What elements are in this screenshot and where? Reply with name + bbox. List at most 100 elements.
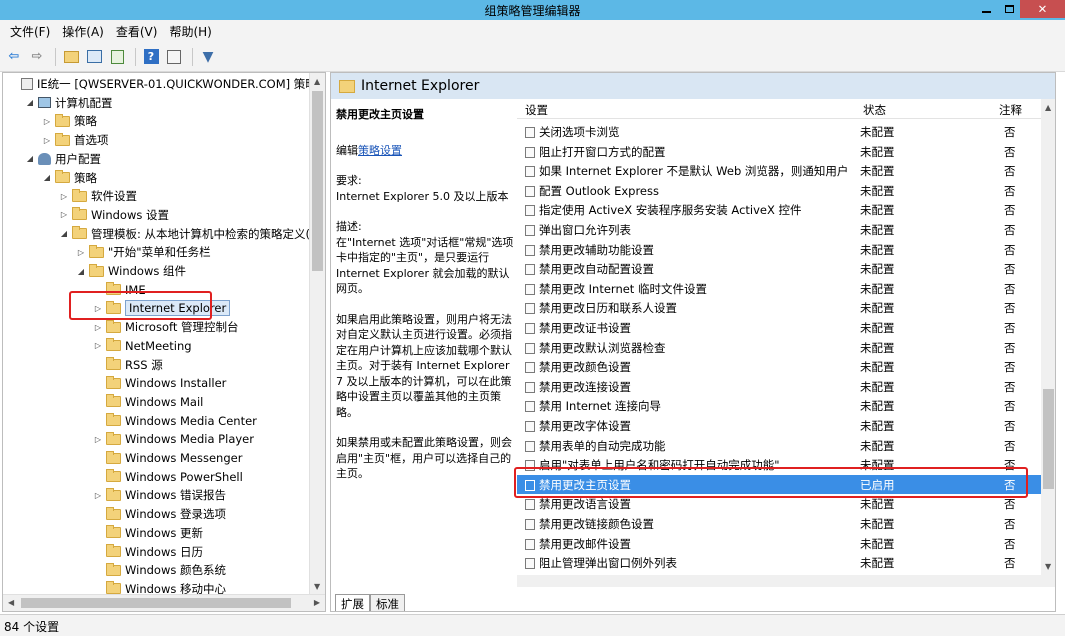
tree-item[interactable]: Windows Media Center — [92, 412, 257, 430]
tree-item[interactable]: ◢ 策略 — [41, 169, 97, 187]
tree-item[interactable]: ▷ NetMeeting — [92, 337, 192, 355]
tree-item-label: Windows 错误报告 — [125, 488, 226, 503]
policy-setting-icon — [525, 283, 535, 295]
expand-arrow-icon[interactable]: ▷ — [92, 341, 104, 350]
table-row[interactable]: 禁用更改辅助功能设置 未配置 否 — [517, 240, 1041, 260]
collapse-arrow-icon[interactable]: ◢ — [24, 98, 36, 107]
table-row[interactable]: 禁用更改日历和联系人设置 未配置 否 — [517, 298, 1041, 318]
tree-item[interactable]: RSS 源 — [92, 356, 163, 374]
tree-horizontal-scrollbar[interactable]: ◀ ▶ — [3, 594, 325, 611]
tree-item[interactable]: ▷ Windows 设置 — [58, 206, 169, 224]
tree-item[interactable]: Windows Mail — [92, 393, 203, 411]
menu-action[interactable]: 操作(A) — [56, 23, 110, 40]
policy-setting-icon — [525, 421, 535, 432]
folder-icon — [106, 431, 121, 445]
tree-item[interactable]: Windows 日历 — [92, 543, 203, 561]
tree-item[interactable]: IE统一 [QWSERVER-01.QUICKWONDER.COM] 策略 — [7, 75, 317, 93]
tree-item[interactable]: Windows Messenger — [92, 449, 242, 467]
menu-view[interactable]: 查看(V) — [110, 23, 164, 40]
scroll-up-icon[interactable]: ▲ — [1045, 103, 1051, 112]
tree-item[interactable]: Windows PowerShell — [92, 468, 243, 486]
tree-item[interactable]: ◢ 用户配置 — [24, 150, 101, 168]
table-row[interactable]: 禁用更改自动配置设置 未配置 否 — [517, 259, 1041, 279]
column-state[interactable]: 状态 — [863, 102, 886, 118]
table-row[interactable]: 如果 Internet Explorer 不是默认 Web 浏览器，则通知用户未… — [517, 161, 1041, 181]
collapse-arrow-icon[interactable]: ◢ — [24, 154, 36, 163]
tree-item[interactable]: ▷ 首选项 — [41, 131, 109, 149]
table-header: 设置 状态 注释 — [517, 99, 1055, 119]
expand-arrow-icon[interactable]: ▷ — [92, 323, 104, 332]
up-folder-button[interactable] — [61, 47, 81, 67]
expand-arrow-icon[interactable]: ▷ — [92, 435, 104, 444]
table-row[interactable]: 阻止打开窗口方式的配置 未配置 否 — [517, 142, 1041, 162]
table-row[interactable]: 禁用更改 Internet 临时文件设置 未配置 否 — [517, 279, 1041, 299]
tree-item[interactable]: Windows 登录选项 — [92, 505, 226, 523]
tree-item[interactable]: ▷ 软件设置 — [58, 187, 137, 205]
show-hide-tree-button[interactable] — [84, 47, 104, 67]
scroll-down-icon[interactable]: ▼ — [314, 582, 320, 591]
export-list-button[interactable] — [107, 47, 127, 67]
collapse-arrow-icon[interactable]: ◢ — [75, 267, 87, 276]
table-row[interactable]: 禁用更改默认浏览器检查 未配置 否 — [517, 338, 1041, 358]
tree-item[interactable]: ◢ 计算机配置 — [24, 94, 113, 112]
table-row[interactable]: 关闭选项卡浏览 未配置 否 — [517, 122, 1041, 142]
expand-arrow-icon[interactable]: ▷ — [92, 491, 104, 500]
maximize-button[interactable] — [995, 0, 1023, 18]
tree-item[interactable]: ▷ Windows 错误报告 — [92, 486, 226, 504]
tree-item[interactable]: ◢ 管理模板: 从本地计算机中检索的策略定义(ADMX — [58, 225, 325, 243]
table-row[interactable]: 阻止管理弹出窗口例外列表 未配置 否 — [517, 553, 1041, 573]
properties-button[interactable] — [164, 47, 184, 67]
menu-help[interactable]: 帮助(H) — [163, 23, 217, 40]
scroll-thumb[interactable] — [1043, 389, 1054, 489]
expand-arrow-icon[interactable]: ▷ — [41, 117, 53, 126]
expand-arrow-icon[interactable]: ▷ — [41, 136, 53, 145]
expand-arrow-icon[interactable]: ▷ — [58, 210, 70, 219]
table-row[interactable]: 指定使用 ActiveX 安装程序服务安装 ActiveX 控件 未配置 否 — [517, 200, 1041, 220]
scroll-down-icon[interactable]: ▼ — [1045, 562, 1051, 571]
scroll-left-icon[interactable]: ◀ — [8, 598, 14, 607]
edit-policy-link[interactable]: 策略设置 — [358, 144, 402, 157]
collapse-arrow-icon[interactable]: ◢ — [58, 229, 70, 238]
filter-button[interactable]: ▼ — [198, 47, 218, 67]
tab-extended[interactable]: 扩展 — [335, 594, 370, 611]
folder-icon — [106, 487, 121, 501]
table-row[interactable]: 禁用更改连接设置 未配置 否 — [517, 377, 1041, 397]
menu-file[interactable]: 文件(F) — [4, 23, 56, 40]
table-horizontal-scrollbar[interactable] — [517, 575, 1041, 587]
tree-item[interactable]: ◢ Windows 组件 — [75, 262, 186, 280]
table-row[interactable]: 禁用更改字体设置 未配置 否 — [517, 416, 1041, 436]
table-row[interactable]: 禁用更改链接颜色设置 未配置 否 — [517, 514, 1041, 534]
scroll-thumb[interactable] — [312, 91, 323, 271]
tab-standard[interactable]: 标准 — [370, 594, 405, 611]
tree-item[interactable]: Windows 更新 — [92, 524, 203, 542]
table-row[interactable]: 禁用更改颜色设置 未配置 否 — [517, 357, 1041, 377]
table-row[interactable]: 弹出窗口允许列表 未配置 否 — [517, 220, 1041, 240]
tree-item[interactable]: ▷ Microsoft 管理控制台 — [92, 318, 239, 336]
table-row[interactable]: 禁用 Internet 连接向导 未配置 否 — [517, 396, 1041, 416]
help-button[interactable]: ? — [141, 47, 161, 67]
table-row[interactable]: 配置 Outlook Express 未配置 否 — [517, 181, 1041, 201]
tree-item[interactable]: ▷ 策略 — [41, 112, 97, 130]
scroll-thumb[interactable] — [21, 598, 291, 608]
expand-arrow-icon[interactable]: ▷ — [58, 192, 70, 201]
table-vertical-scrollbar[interactable]: ▲ ▼ — [1041, 99, 1055, 587]
scroll-right-icon[interactable]: ▶ — [314, 598, 320, 607]
expand-arrow-icon[interactable]: ▷ — [75, 248, 87, 257]
scroll-up-icon[interactable]: ▲ — [314, 77, 320, 86]
tree-item[interactable]: ▷ "开始"菜单和任务栏 — [75, 243, 211, 261]
column-comment[interactable]: 注释 — [999, 102, 1022, 118]
table-row[interactable]: 禁用更改证书设置 未配置 否 — [517, 318, 1041, 338]
forward-button[interactable]: ⇨ — [27, 47, 47, 67]
collapse-arrow-icon[interactable]: ◢ — [41, 173, 53, 182]
tree-item[interactable]: Windows 颜色系统 — [92, 561, 226, 579]
table-row[interactable]: 禁用更改邮件设置 未配置 否 — [517, 534, 1041, 554]
setting-state: 未配置 — [860, 556, 895, 571]
back-button[interactable]: ⇦ — [4, 47, 24, 67]
column-setting[interactable]: 设置 — [525, 102, 548, 118]
close-button[interactable]: ✕ — [1020, 0, 1065, 18]
tree-vertical-scrollbar[interactable]: ▲ ▼ — [309, 73, 325, 595]
tree-item[interactable]: Windows Installer — [92, 374, 226, 392]
tree-item[interactable]: ▷ Windows Media Player — [92, 430, 254, 448]
table-row[interactable]: 禁用表单的自动完成功能 未配置 否 — [517, 436, 1041, 456]
policy-setting-icon — [525, 303, 535, 315]
